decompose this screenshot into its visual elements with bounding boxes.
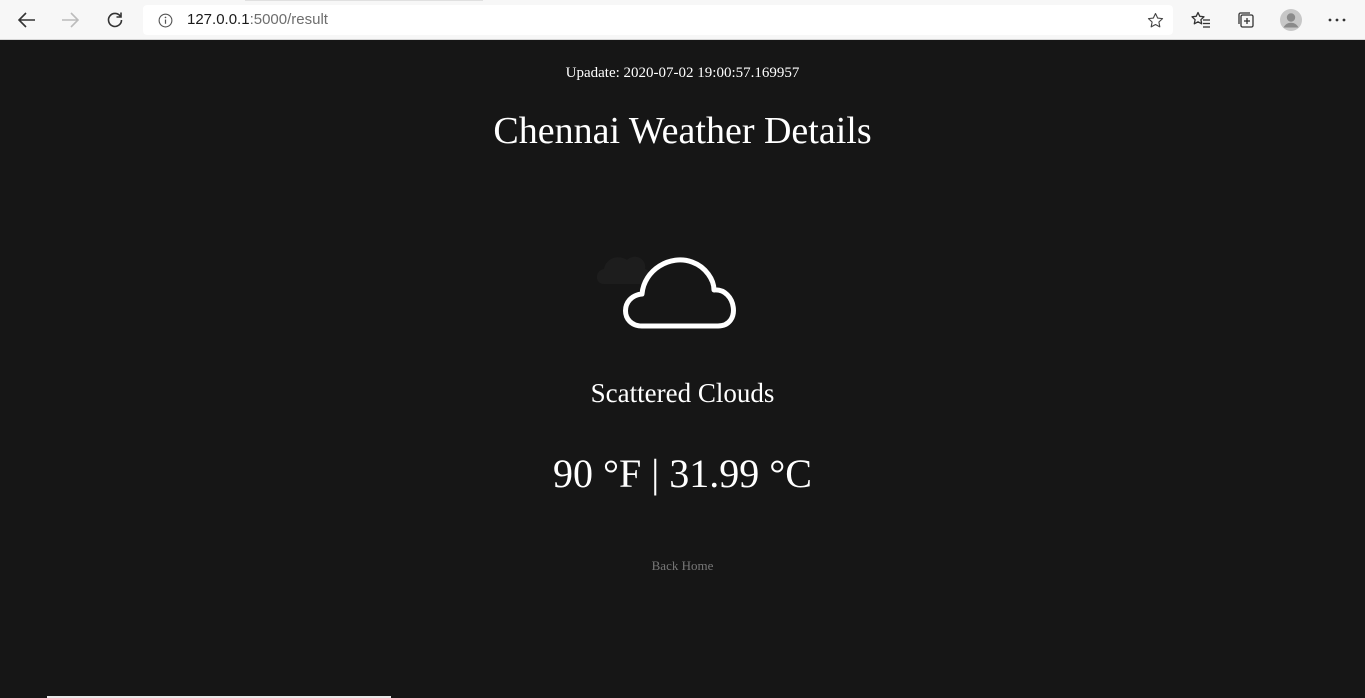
back-home-link[interactable]: Back Home bbox=[0, 558, 1365, 574]
page-title: Chennai Weather Details bbox=[493, 110, 872, 152]
browser-toolbar: 127.0.0.1:5000/result bbox=[0, 0, 1365, 40]
url-host: 127.0.0.1 bbox=[187, 11, 250, 28]
address-bar[interactable]: 127.0.0.1:5000/result bbox=[143, 5, 1173, 35]
collections-icon[interactable] bbox=[1232, 6, 1260, 34]
forward-arrow-icon[interactable] bbox=[56, 6, 84, 34]
info-icon[interactable] bbox=[157, 12, 173, 28]
more-menu-icon[interactable] bbox=[1323, 6, 1351, 34]
tab-indicator bbox=[245, 0, 483, 1]
update-timestamp-line: Upadate: 2020-07-02 19:00:57.169957 bbox=[0, 65, 1365, 82]
favorite-star-icon[interactable] bbox=[1145, 10, 1165, 30]
url-path: :5000/result bbox=[249, 11, 328, 28]
weather-page: Upadate: 2020-07-02 19:00:57.169957 Chen… bbox=[0, 40, 1365, 698]
update-timestamp: 2020-07-02 19:00:57.169957 bbox=[623, 65, 800, 81]
favorites-icon[interactable] bbox=[1187, 6, 1215, 34]
cloud-icon bbox=[590, 240, 750, 340]
refresh-icon[interactable] bbox=[101, 6, 129, 34]
weather-condition: Scattered Clouds bbox=[590, 378, 775, 408]
update-label: Upadate: bbox=[565, 65, 620, 81]
temperature-reading: 90 °F | 31.99 °C bbox=[553, 451, 812, 496]
profile-avatar-icon[interactable] bbox=[1277, 6, 1305, 34]
url-text[interactable]: 127.0.0.1:5000/result bbox=[187, 11, 328, 29]
back-arrow-icon[interactable] bbox=[13, 6, 41, 34]
